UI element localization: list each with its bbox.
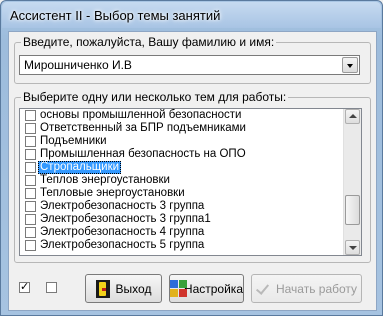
exit-door-icon: [95, 279, 110, 298]
topic-list-item[interactable]: Электробезопасность 3 группа1: [20, 213, 345, 226]
name-group-label: Введите, пожалуйста, Вашу фамилию и имя:: [21, 35, 277, 49]
topic-checkbox[interactable]: [25, 240, 36, 251]
bottom-toolbar: ✓ Выход Настройка Начать работу: [9, 270, 376, 310]
settings-button-label: Настройка: [183, 281, 243, 296]
app-window: Ассистент II - Выбор темы занятий Введит…: [0, 0, 383, 316]
topic-label: Электробезопасность 4 группа: [40, 226, 205, 238]
topic-label: Теплов энергоустановки: [40, 174, 170, 186]
topic-list-item[interactable]: Тепловые энергоустановки: [20, 187, 345, 200]
start-work-button[interactable]: Начать работу: [251, 274, 362, 303]
topic-checkbox[interactable]: [25, 136, 36, 147]
topic-list-item[interactable]: Электробезопасность 4 группа: [20, 226, 345, 239]
topic-list-item[interactable]: основы промышленной безопасности: [20, 109, 345, 122]
topic-checkbox[interactable]: [25, 188, 36, 199]
scrollbar-thumb[interactable]: [345, 195, 360, 226]
chevron-down-icon[interactable]: [342, 57, 358, 73]
topic-label: Промышленная безопасность на ОПО: [40, 148, 246, 160]
name-combobox[interactable]: Мирошниченко И.В: [19, 55, 360, 75]
topic-label: основы промышленной безопасности: [40, 109, 242, 121]
topic-label: Электробезопасность 3 группа: [40, 200, 205, 212]
topic-label: Тепловые энергоустановки: [40, 187, 185, 199]
settings-grid-icon: [170, 279, 187, 298]
exit-button-label: Выход: [115, 281, 152, 296]
window-title: Ассистент II - Выбор темы занятий: [10, 8, 221, 23]
name-combobox-value: Мирошниченко И.В: [24, 58, 132, 72]
scroll-down-arrow-icon[interactable]: [345, 240, 360, 255]
topic-list-item[interactable]: Ответственный за БПР подъемниками: [20, 122, 345, 135]
topic-checkbox[interactable]: [25, 214, 36, 225]
topic-list-item[interactable]: Промышленная безопасность на ОПО: [20, 148, 345, 161]
check-none-checkbox[interactable]: [46, 282, 57, 293]
exit-button[interactable]: Выход: [85, 274, 162, 303]
client-area: Введите, пожалуйста, Вашу фамилию и имя:…: [8, 31, 377, 311]
checkmark-icon: [256, 282, 270, 296]
topic-list-item[interactable]: Электробезопасность 5 группа: [20, 239, 345, 252]
topic-label: Стропальщики: [38, 161, 122, 174]
topic-checkbox[interactable]: [25, 201, 36, 212]
topic-checkbox[interactable]: [25, 162, 36, 173]
name-groupbox: Введите, пожалуйста, Вашу фамилию и имя:…: [14, 35, 371, 84]
settings-button[interactable]: Настройка: [169, 274, 244, 303]
topic-checkbox[interactable]: [25, 175, 36, 186]
topics-group-label: Выберите одну или несколько тем для рабо…: [21, 90, 289, 104]
topic-label: Электробезопасность 5 группа: [40, 239, 205, 251]
topic-checkbox[interactable]: [25, 123, 36, 134]
topic-list-item[interactable]: Теплов энергоустановки: [20, 174, 345, 187]
title-bar[interactable]: Ассистент II - Выбор темы занятий: [2, 2, 381, 28]
topics-list: основы промышленной безопасности Ответств…: [20, 109, 345, 252]
vertical-scrollbar[interactable]: [343, 109, 361, 255]
topic-label: Электробезопасность 3 группа1: [40, 213, 211, 225]
topic-label: Подъемники: [40, 135, 107, 147]
topic-label: Ответственный за БПР подъемниками: [40, 122, 246, 134]
scroll-up-arrow-icon[interactable]: [345, 109, 360, 124]
check-all-checkbox[interactable]: ✓: [19, 282, 30, 293]
topic-list-item[interactable]: Стропальщики: [20, 161, 345, 174]
topic-checkbox[interactable]: [25, 149, 36, 160]
topic-checkbox[interactable]: [25, 227, 36, 238]
topic-list-item[interactable]: Электробезопасность 3 группа: [20, 200, 345, 213]
start-work-button-label: Начать работу: [275, 281, 358, 296]
topic-list-item[interactable]: Подъемники: [20, 135, 345, 148]
topic-checkbox[interactable]: [25, 110, 36, 121]
topics-listbox[interactable]: основы промышленной безопасности Ответств…: [19, 108, 362, 256]
